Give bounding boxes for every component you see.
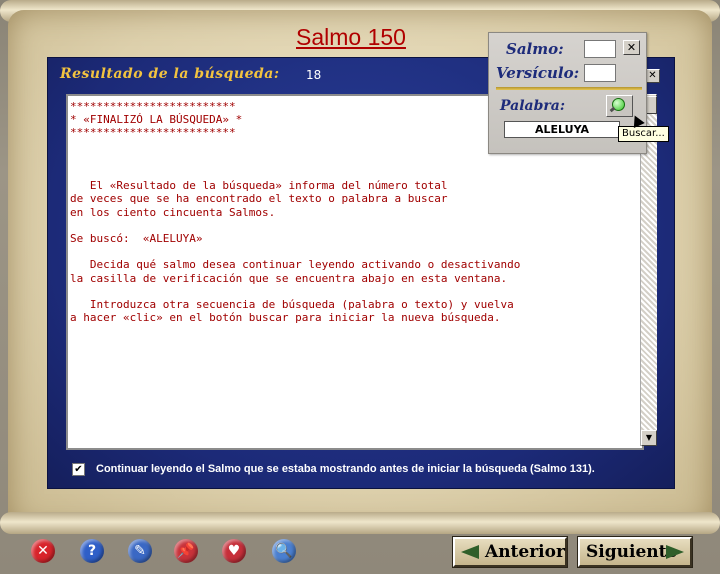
previous-button-label: Anterior — [485, 542, 565, 562]
next-button-label: Siguiente — [586, 542, 678, 562]
magnifier-handle-icon — [609, 106, 616, 113]
previous-button[interactable]: Anterior — [453, 537, 567, 567]
search-tooltip: Buscar... — [618, 126, 669, 142]
search-button[interactable] — [606, 95, 633, 117]
salmo-label: Salmo: — [506, 40, 564, 58]
parchment-bottom-roll — [0, 512, 720, 534]
results-close-button[interactable]: ✕ — [645, 69, 660, 83]
arrow-left-icon — [461, 545, 479, 559]
notes-icon[interactable]: ✎ — [128, 539, 152, 563]
search-panel-close-button[interactable]: ✕ — [623, 40, 640, 55]
palabra-label: Palabra: — [500, 98, 566, 114]
versiculo-label: Versículo: — [496, 64, 580, 82]
next-button[interactable]: Siguiente — [578, 537, 692, 567]
versiculo-input[interactable] — [584, 64, 616, 82]
scroll-down-button[interactable]: ▼ — [641, 430, 657, 446]
search-icon[interactable]: 🔍 — [272, 539, 296, 563]
word-input[interactable]: ALELUYA — [504, 121, 620, 138]
search-panel-divider — [496, 87, 642, 90]
favorites-icon[interactable]: ♥ — [222, 539, 246, 563]
continue-checkbox[interactable]: ✔ — [72, 463, 85, 476]
page-title: Salmo 150 — [296, 24, 406, 50]
salmo-input[interactable] — [584, 40, 616, 58]
continue-checkbox-label: Continuar leyendo el Salmo que se estaba… — [96, 463, 595, 475]
exit-icon[interactable]: ✕ — [31, 539, 55, 563]
help-icon[interactable]: ? — [80, 539, 104, 563]
results-count: 18 — [306, 68, 322, 82]
arrow-right-icon — [666, 545, 684, 559]
results-label: Resultado de la búsqueda: — [60, 66, 280, 82]
bookmark-icon[interactable]: 📌 — [174, 539, 198, 563]
